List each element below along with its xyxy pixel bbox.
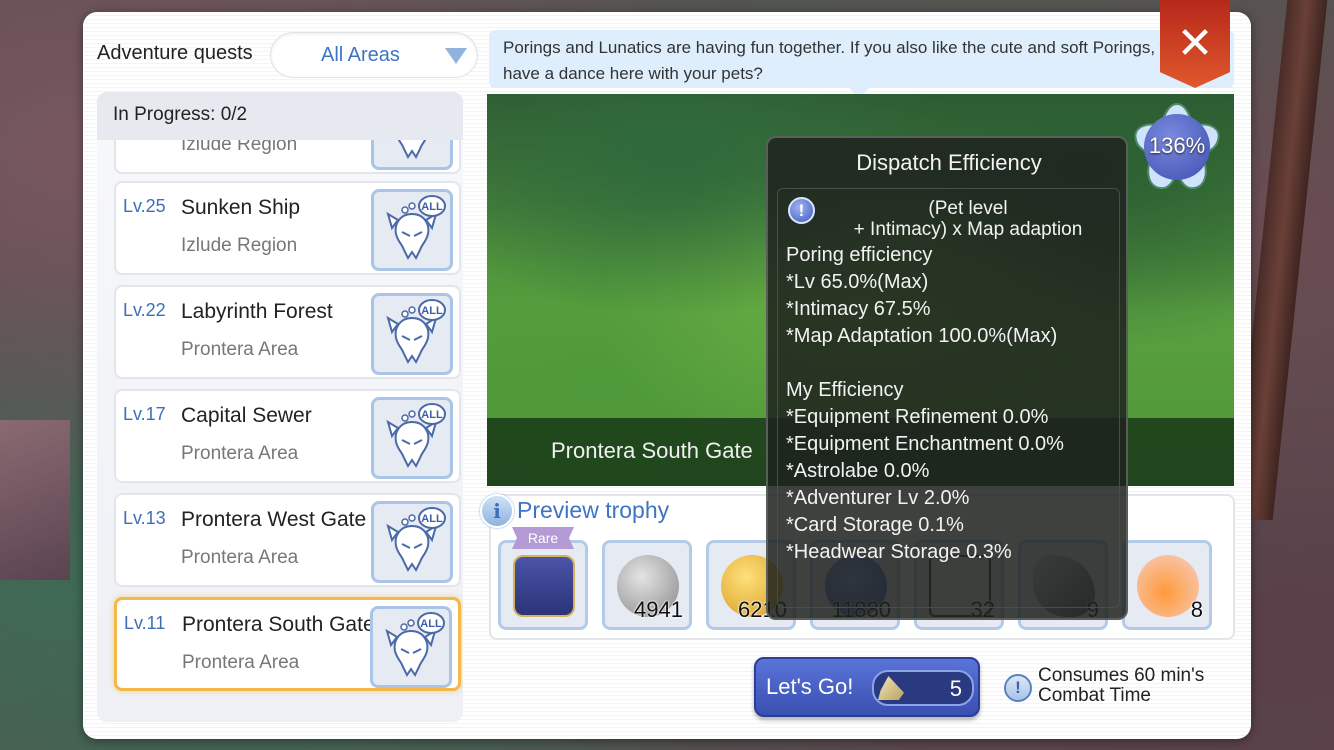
monster-skull-all-icon[interactable]: ALL xyxy=(371,189,453,271)
area-filter-value: All Areas xyxy=(321,44,400,66)
consume-line-1: Consumes 60 min's xyxy=(1038,665,1205,686)
efficiency-badge[interactable]: 136% xyxy=(1130,100,1224,194)
info-icon[interactable]: i xyxy=(480,494,514,528)
quest-name: Prontera South Gate xyxy=(182,613,375,636)
quest-level: Lv.22 xyxy=(123,300,166,320)
trophy-item[interactable]: 8 xyxy=(1122,540,1212,630)
quest-name: Prontera West Gate xyxy=(181,508,367,531)
exclamation-icon: ! xyxy=(788,197,815,224)
quest-region: Izlude Region xyxy=(181,235,298,256)
quest-card[interactable]: Lv.17 Capital Sewer Prontera Area ALL xyxy=(114,389,461,483)
trophy-item[interactable] xyxy=(498,540,588,630)
quest-card[interactable]: Lv.11 Prontera South Gate Prontera Area ALL xyxy=(114,597,461,691)
quest-region: Prontera Area xyxy=(181,339,299,360)
tooltip-line: *Map Adaptation 100.0%(Max) xyxy=(786,325,1058,347)
trophy-title: Preview trophy xyxy=(517,497,670,523)
trophy-item[interactable]: 4941 xyxy=(602,540,692,630)
lets-go-label: Let's Go! xyxy=(766,674,854,699)
tooltip-line: *Adventurer Lv 2.0% xyxy=(786,487,970,509)
tooltip-title: Dispatch Efficiency xyxy=(856,150,1042,175)
consume-line-2: Combat Time xyxy=(1038,685,1151,706)
quest-level: Lv.17 xyxy=(123,404,166,424)
svg-text:ALL: ALL xyxy=(421,409,443,421)
dispatch-efficiency-tooltip: Dispatch Efficiency ! (Pet level + Intim… xyxy=(766,136,1128,620)
quest-region: Prontera Area xyxy=(181,547,299,568)
tooltip-line: *Card Storage 0.1% xyxy=(786,514,964,536)
quest-level: Lv.25 xyxy=(123,196,166,216)
quest-region: Prontera Area xyxy=(181,443,299,464)
quest-region: Prontera Area xyxy=(182,652,300,673)
progress-header: In Progress: 0/2 xyxy=(97,92,463,140)
combat-time-text: Consumes 60 min's Combat Time xyxy=(1038,666,1204,706)
tooltip-line: *Lv 65.0%(Max) xyxy=(786,271,929,293)
chevron-down-icon xyxy=(445,48,467,64)
tooltip-line: *Equipment Enchantment 0.0% xyxy=(786,433,1064,455)
close-button[interactable]: ✕ xyxy=(1160,0,1230,88)
formula-line-1: (Pet level xyxy=(928,198,1008,219)
trophy-count: 8 xyxy=(1190,597,1203,622)
svg-text:ALL: ALL xyxy=(420,618,442,630)
quest-level: Lv.11 xyxy=(124,613,166,633)
tooltip-line: *Astrolabe 0.0% xyxy=(786,460,930,482)
map-description: Porings and Lunatics are having fun toge… xyxy=(489,30,1234,98)
tooltip-formula: (Pet level + Intimacy) x Map adaption xyxy=(818,198,1118,240)
monster-skull-all-icon[interactable]: ALL xyxy=(371,397,453,479)
quest-name: Sunken Ship xyxy=(181,196,301,219)
trophy-count: 4941 xyxy=(634,597,683,622)
background-crate xyxy=(0,420,70,580)
area-filter-dropdown[interactable]: All Areas xyxy=(270,32,478,78)
quest-level: Lv.13 xyxy=(123,508,166,528)
svg-text:ALL: ALL xyxy=(421,513,443,525)
cost-pill: 5 xyxy=(872,670,974,706)
monster-skull-all-icon[interactable]: ALL xyxy=(370,606,452,688)
tooltip-line: *Intimacy 67.5% xyxy=(786,298,931,320)
close-icon: ✕ xyxy=(1176,18,1214,69)
svg-text:ALL: ALL xyxy=(421,305,443,317)
tooltip-line: Poring efficiency xyxy=(786,244,933,266)
quest-name: Labyrinth Forest xyxy=(181,300,333,323)
progress-label: In Progress: 0/2 xyxy=(113,104,248,125)
monster-skull-all-icon[interactable]: ALL xyxy=(371,501,453,583)
cost-value: 5 xyxy=(949,676,962,701)
svg-text:ALL: ALL xyxy=(421,201,443,213)
efficiency-value: 136% xyxy=(1148,133,1206,158)
lets-go-button[interactable]: Let's Go! 5 xyxy=(754,657,980,717)
quest-card[interactable]: Lv.22 Labyrinth Forest Prontera Area ALL xyxy=(114,285,461,379)
monster-skull-all-icon[interactable]: ALL xyxy=(371,293,453,375)
quest-list-panel[interactable]: In Progress: 0/2 Izlude Region ALL Lv.25… xyxy=(97,92,463,722)
map-name: Prontera South Gate xyxy=(551,438,753,463)
stone-gem-icon xyxy=(878,676,904,700)
apple-juice-icon xyxy=(1137,555,1199,617)
quest-name: Capital Sewer xyxy=(181,404,312,427)
tooltip-line: *Headwear Storage 0.3% xyxy=(786,541,1012,563)
rare-tag: Rare xyxy=(512,527,574,549)
tooltip-line: *Equipment Refinement 0.0% xyxy=(786,406,1049,428)
formula-line-2: + Intimacy) x Map adaption xyxy=(853,219,1083,240)
panel-title: Adventure quests xyxy=(97,42,253,64)
exclamation-icon: ! xyxy=(1004,674,1032,702)
tooltip-body: ! (Pet level + Intimacy) x Map adaption … xyxy=(777,188,1120,608)
tooltip-line: My Efficiency xyxy=(786,379,904,401)
quest-card[interactable]: Lv.13 Prontera West Gate Prontera Area ALL xyxy=(114,493,461,587)
treasure-chest-icon xyxy=(513,555,575,617)
quest-list: Izlude Region ALL Lv.25 Sunken Ship Izlude… xyxy=(97,92,463,722)
quest-card[interactable]: Lv.25 Sunken Ship Izlude Region ALL xyxy=(114,181,461,275)
